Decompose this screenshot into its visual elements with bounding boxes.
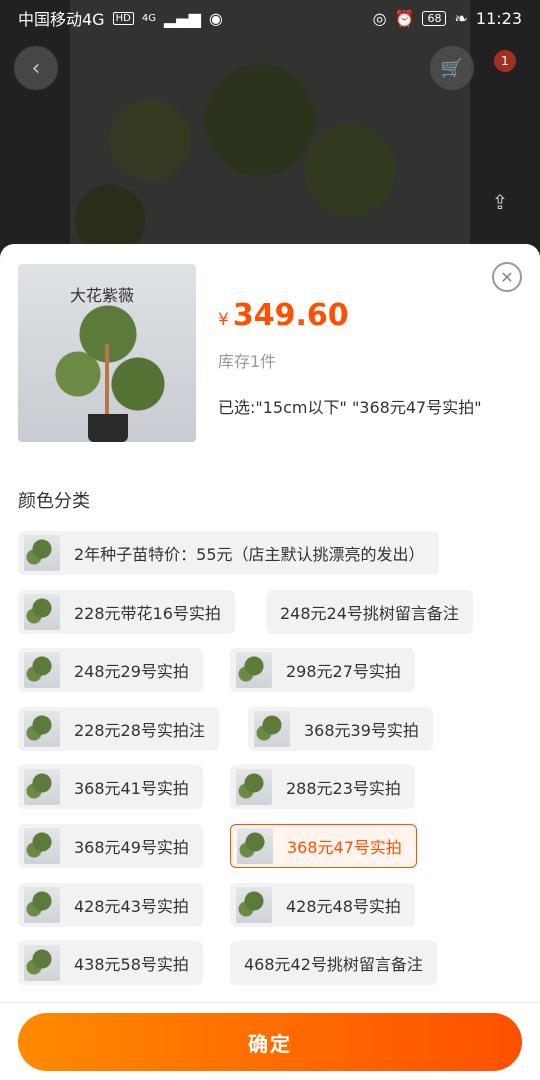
option-chip[interactable]: 368元41号实拍: [18, 765, 203, 809]
option-chip[interactable]: 2年种子苗特价：55元（店主默认挑漂亮的发出）: [18, 531, 439, 575]
price: ¥ 349.60: [218, 298, 349, 333]
thumbnail-trunk: [105, 344, 109, 416]
option-chip[interactable]: 248元24号挑树留言备注: [266, 590, 473, 634]
option-label: 368元39号实拍: [304, 721, 419, 740]
option-thumbnail: [237, 828, 273, 864]
back-arrow-icon[interactable]: ‹: [14, 46, 58, 90]
option-thumbnail: [24, 535, 60, 571]
clock-time: 11:23: [475, 8, 522, 28]
selected-options: 已选:"15cm以下" "368元47号实拍": [218, 398, 482, 417]
option-chip[interactable]: 298元27号实拍: [230, 648, 415, 692]
option-thumbnail: [236, 887, 272, 923]
option-thumbnail: [24, 945, 60, 981]
option-chip[interactable]: 228元带花16号实拍: [18, 590, 235, 634]
option-label: 248元24号挑树留言备注: [280, 604, 459, 623]
footer-divider: [0, 1002, 540, 1003]
network-label: 4G: [141, 12, 156, 24]
option-thumbnail: [24, 711, 60, 747]
stock-label: 库存1件: [218, 352, 277, 371]
option-label: 248元29号实拍: [74, 662, 189, 681]
status-bar: 中国移动4G HD 4G ▂▄▆ ◉ ◎ ⏰ 68 ❧ 11:23: [0, 0, 540, 36]
wechat-icon: ◉: [208, 8, 223, 28]
option-label: 288元23号实拍: [286, 779, 401, 798]
eye-icon: ◎: [372, 8, 387, 28]
option-chip[interactable]: 438元58号实拍: [18, 941, 203, 985]
option-chip[interactable]: 468元42号挑树留言备注: [230, 941, 437, 985]
option-label: 428元48号实拍: [286, 897, 401, 916]
close-icon[interactable]: ✕: [492, 262, 522, 292]
option-chip[interactable]: 368元39号实拍: [248, 707, 433, 751]
option-chip[interactable]: 368元49号实拍: [18, 824, 203, 868]
thumbnail-pot: [88, 414, 128, 442]
option-thumbnail: [24, 594, 60, 630]
confirm-button[interactable]: 确定: [18, 1013, 522, 1071]
sku-selection-sheet: 大花紫薇 ✕ ¥ 349.60 库存1件 已选:"15cm以下" "368元47…: [0, 244, 540, 1080]
option-label: 368元47号实拍: [287, 838, 402, 857]
option-label: 468元42号挑树留言备注: [244, 955, 423, 974]
battery-icon: 68: [422, 10, 447, 26]
option-label: 228元带花16号实拍: [74, 604, 221, 623]
hd-icon: HD: [112, 11, 134, 25]
option-thumbnail: [236, 769, 272, 805]
option-chip[interactable]: 228元28号实拍注: [18, 707, 219, 751]
option-label: 228元28号实拍注: [74, 721, 205, 740]
option-chip[interactable]: 288元23号实拍: [230, 765, 415, 809]
status-right: ◎ ⏰ 68 ❧ 11:23: [373, 9, 522, 28]
option-label: 428元43号实拍: [74, 897, 189, 916]
option-chip-selected[interactable]: 368元47号实拍: [230, 824, 417, 868]
option-thumbnail: [24, 652, 60, 688]
option-thumbnail: [236, 652, 272, 688]
option-chip[interactable]: 248元29号实拍: [18, 648, 203, 692]
option-label: 2年种子苗特价：55元（店主默认挑漂亮的发出）: [74, 545, 425, 564]
price-value: 349.60: [232, 298, 349, 333]
option-chip[interactable]: 428元48号实拍: [230, 883, 415, 927]
option-thumbnail: [24, 828, 60, 864]
option-thumbnail: [24, 769, 60, 805]
cart-icon[interactable]: 🛒: [430, 46, 474, 90]
option-label: 298元27号实拍: [286, 662, 401, 681]
share-icon[interactable]: ⇪: [478, 180, 522, 224]
cart-badge: 1: [494, 50, 516, 72]
alarm-icon: ⏰: [394, 8, 415, 28]
option-label: 438元58号实拍: [74, 955, 189, 974]
leaf-icon: ❧: [454, 8, 468, 28]
currency-symbol: ¥: [218, 310, 229, 330]
option-thumbnail: [24, 887, 60, 923]
section-title-color: 颜色分类: [18, 491, 90, 512]
signal-icon: ▂▄▆: [163, 8, 201, 28]
option-chip[interactable]: 428元43号实拍: [18, 883, 203, 927]
thumbnail-sign-text: 大花紫薇: [70, 286, 135, 305]
option-label: 368元49号实拍: [74, 838, 189, 857]
option-thumbnail: [254, 711, 290, 747]
option-label: 368元41号实拍: [74, 779, 189, 798]
dim-overlay[interactable]: [0, 0, 540, 260]
carrier-label: 中国移动4G: [18, 10, 105, 29]
status-left: 中国移动4G HD 4G ▂▄▆ ◉: [18, 6, 223, 30]
product-thumbnail[interactable]: 大花紫薇: [18, 264, 196, 442]
